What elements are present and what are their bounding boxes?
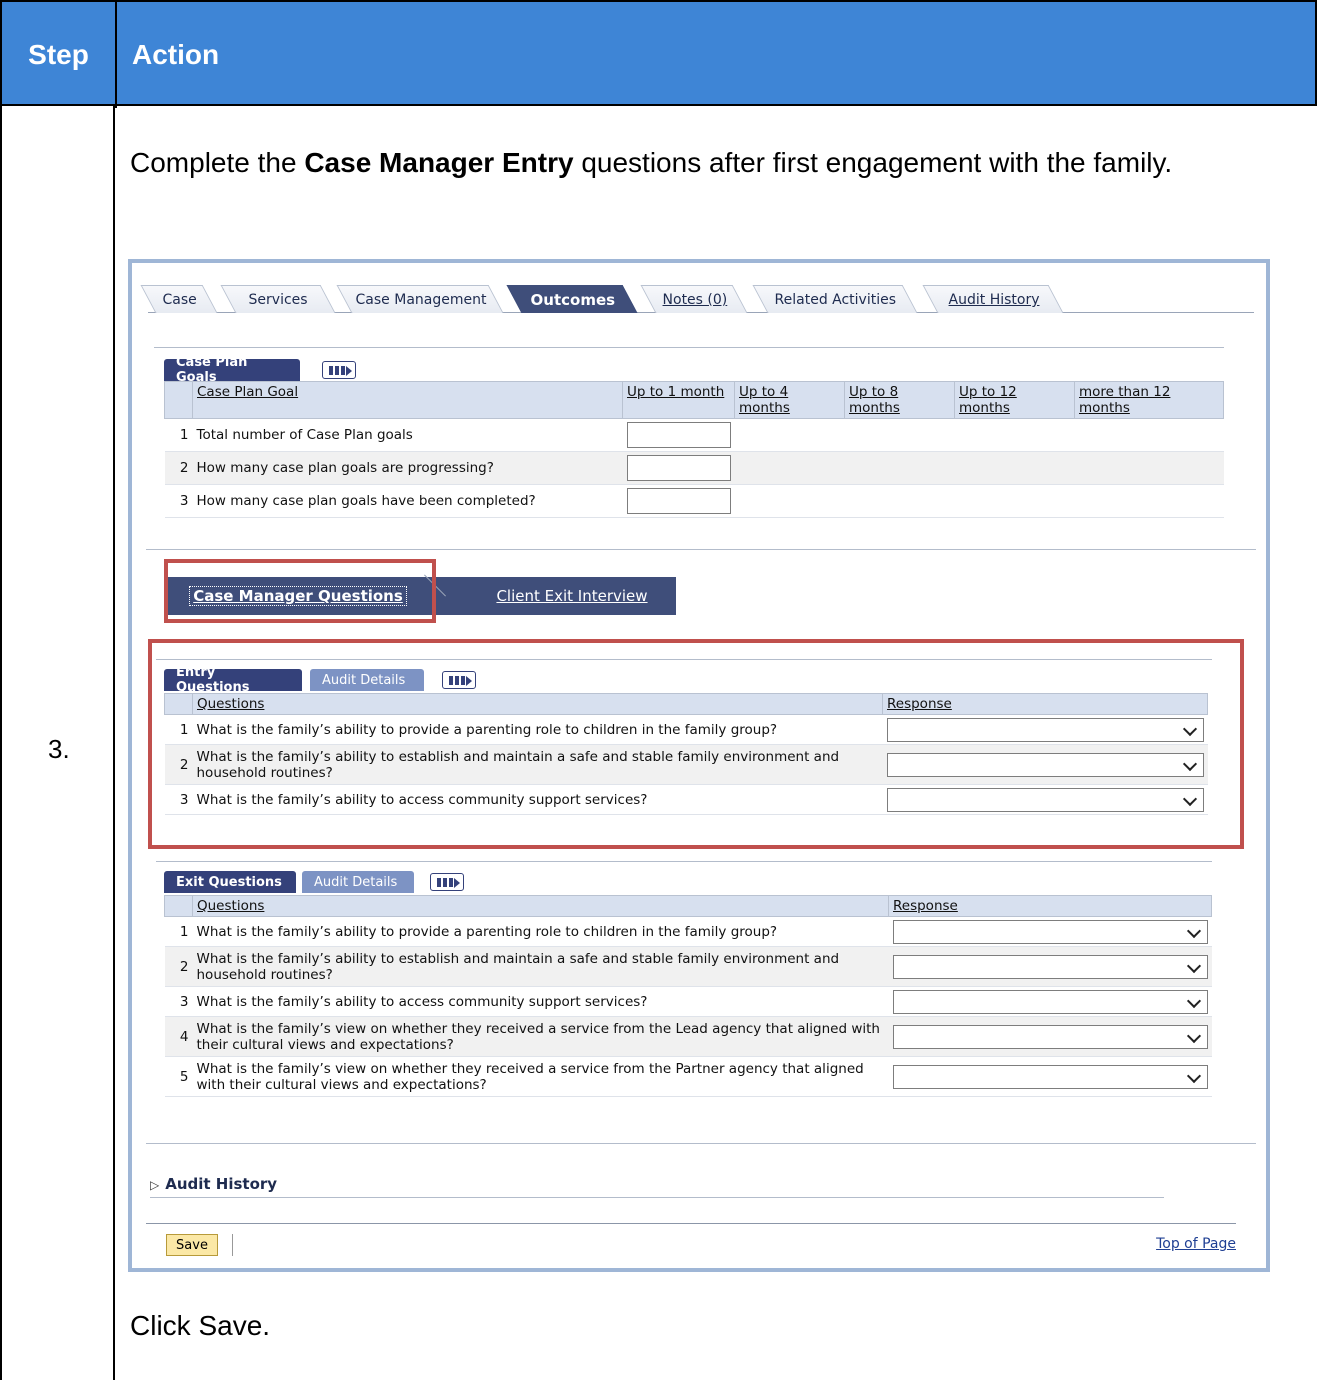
top-of-page-link[interactable]: Top of Page	[1156, 1236, 1236, 1252]
exit-questions-table: Questions Response 1 What is the family’…	[164, 895, 1212, 1097]
header-action: Action	[132, 39, 220, 70]
table-row: 2 What is the family’s ability to establ…	[164, 946, 1212, 987]
corner-cell	[164, 381, 193, 419]
grid-settings-icon[interactable]	[322, 361, 356, 379]
instruction-text: Complete the Case Manager Entry question…	[130, 147, 1173, 178]
tab-case-management[interactable]: Case Management	[336, 285, 504, 313]
divider	[156, 861, 1212, 862]
response-select[interactable]	[892, 919, 1208, 944]
divider	[150, 1197, 1164, 1198]
divider	[146, 1143, 1256, 1144]
bottom-toolbar: Save Top of Page	[146, 1223, 1236, 1257]
col-questions[interactable]: Questions	[192, 895, 889, 917]
save-button[interactable]: Save	[166, 1234, 218, 1256]
tab-related-activities[interactable]: Related Activities	[752, 285, 918, 313]
col-up-to-8-months[interactable]: Up to 8 months	[844, 381, 955, 419]
response-select[interactable]	[892, 954, 1208, 979]
goal-total-input[interactable]	[626, 422, 731, 448]
col-up-to-4-months[interactable]: Up to 4 months	[734, 381, 845, 419]
highlight-cm-tab	[164, 559, 436, 623]
step-number: 3.	[48, 734, 70, 764]
footer-instruction: Click Save.	[130, 1310, 271, 1341]
main-tab-strip: Case Services Case Management Outcomes N…	[140, 277, 1254, 313]
tab-exit-questions[interactable]: Exit Questions	[164, 871, 296, 893]
col-more-than-12-months[interactable]: more than 12 months	[1074, 381, 1224, 419]
table-row: 4 What is the family’s view on whether t…	[164, 1016, 1212, 1057]
response-select[interactable]	[892, 1024, 1208, 1049]
tab-audit-history[interactable]: Audit History	[922, 285, 1064, 313]
case-plan-goals-table: Case Plan Goal Up to 1 month Up to 4 mon…	[164, 381, 1224, 518]
response-select[interactable]	[892, 989, 1208, 1014]
col-up-to-1-month[interactable]: Up to 1 month	[622, 381, 735, 419]
tab-services[interactable]: Services	[220, 285, 336, 313]
table-row: 3 What is the family’s ability to access…	[164, 986, 1212, 1017]
col-case-plan-goal[interactable]: Case Plan Goal	[192, 381, 623, 419]
column-divider	[113, 106, 115, 1380]
table-row: 3 How many case plan goals have been com…	[164, 484, 1224, 518]
tab-case[interactable]: Case	[140, 285, 218, 313]
tab-client-exit-interview[interactable]: Client Exit Interview	[472, 577, 672, 615]
left-border	[0, 106, 2, 1380]
table-row: 2 How many case plan goals are progressi…	[164, 451, 1224, 485]
goal-completed-input[interactable]	[626, 488, 731, 514]
header-step: Step	[2, 2, 117, 108]
app-screenshot: Case Services Case Management Outcomes N…	[128, 259, 1270, 1272]
table-row: 5 What is the family’s view on whether t…	[164, 1056, 1212, 1097]
document-step-table: Step Action 3. Complete the Case Manager…	[0, 0, 1317, 1380]
toolbar-separator	[232, 1234, 233, 1256]
tab-notes[interactable]: Notes (0)	[640, 285, 748, 313]
tab-case-plan-goals[interactable]: Case Plan Goals	[164, 355, 300, 385]
col-up-to-12-months[interactable]: Up to 12 months	[954, 381, 1075, 419]
table-row: 1 Total number of Case Plan goals	[164, 418, 1224, 452]
highlight-entry-questions	[148, 639, 1244, 849]
divider	[146, 549, 1256, 550]
tab-exit-audit-details[interactable]: Audit Details	[302, 871, 414, 893]
grid-settings-icon[interactable]	[430, 873, 464, 891]
table-header: Step Action	[0, 0, 1317, 108]
audit-history-toggle[interactable]: Audit History	[150, 1175, 277, 1193]
table-row: 1 What is the family’s ability to provid…	[164, 916, 1212, 947]
goal-progressing-input[interactable]	[626, 455, 731, 481]
divider	[154, 347, 1224, 348]
tab-outcomes[interactable]: Outcomes	[506, 285, 638, 313]
response-select[interactable]	[892, 1064, 1208, 1089]
col-response[interactable]: Response	[888, 895, 1212, 917]
